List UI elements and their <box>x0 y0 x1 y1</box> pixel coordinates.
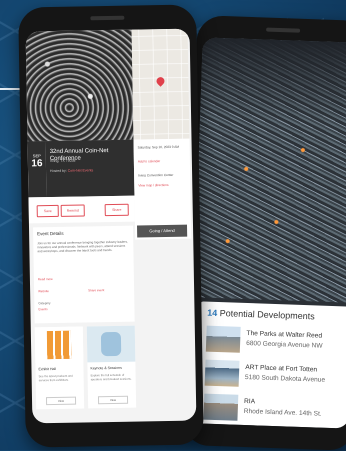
development-name: The Parks at Walter Reed <box>246 330 323 340</box>
related-card[interactable]: Keynote & Sessions Explore the full sche… <box>86 325 137 409</box>
card-view-button[interactable]: View <box>45 396 77 406</box>
development-item[interactable]: The Parks at Walter Reed 6800 Georgia Av… <box>205 325 346 362</box>
card-title: Keynote & Sessions <box>90 365 122 371</box>
developments-count: 14 <box>207 307 218 318</box>
development-thumbnail <box>205 325 241 353</box>
category-tag[interactable]: Events <box>38 307 47 311</box>
attend-button[interactable]: Going / Attend <box>136 224 188 238</box>
remind-button[interactable]: Remind <box>60 204 85 217</box>
development-address: 5180 South Dakota Avenue <box>244 374 326 384</box>
event-hero-photo <box>25 29 134 142</box>
event-location: Irving, TX 75038 <box>49 158 76 164</box>
phone-speaker <box>266 27 301 33</box>
read-more-link[interactable]: Read more <box>38 277 53 281</box>
card-text: See the latest products and services fro… <box>38 373 73 382</box>
developments-panel: 14 Potential Developments The Parks at W… <box>195 301 346 429</box>
card-view-button[interactable]: View <box>97 395 129 405</box>
save-button[interactable]: Save <box>36 204 59 218</box>
event-venue-text: Irving Convention Center <box>138 172 174 178</box>
map-pin-icon <box>86 325 136 363</box>
developments-header: 14 Potential Developments <box>207 308 315 322</box>
event-host-link[interactable]: Coin-Net Events <box>68 168 94 172</box>
event-date-text: Saturday, Sep 16, 2023 9 AM <box>137 144 180 150</box>
description-text: Join us for our annual conference bringi… <box>37 239 129 254</box>
website-link[interactable]: Website <box>38 289 49 293</box>
event-host-prefix: Hosted by: <box>49 168 67 174</box>
map-pin-icon <box>154 75 167 87</box>
phone-speaker <box>90 15 125 21</box>
related-cards: Exhibit Hall See the latest products and… <box>34 325 137 410</box>
related-card[interactable]: Exhibit Hall See the latest products and… <box>34 326 85 410</box>
card-text: Explore the full schedule of speakers an… <box>90 372 132 381</box>
card-title: Exhibit Hall <box>38 366 57 372</box>
development-name: ART Place at Fort Totten <box>245 364 318 374</box>
event-day: 16 <box>31 158 43 170</box>
event-title-bar: 32nd Annual Coin-Net Conference Irving, … <box>45 139 135 198</box>
development-item[interactable]: ART Place at Fort Totten 5180 South Dako… <box>204 359 346 396</box>
development-thumbnail <box>203 393 239 421</box>
city-3d-map[interactable] <box>193 37 346 303</box>
development-thumbnail <box>204 359 240 387</box>
add-calendar-link[interactable]: Add to calendar <box>138 159 186 163</box>
event-description-card: Event Details Join us for our annual con… <box>33 225 135 324</box>
phone-left: SEP 16 32nd Annual Coin-Net Conference I… <box>18 4 204 448</box>
category-label: Category <box>38 301 51 306</box>
event-action-row: Save Remind Share <box>28 195 135 224</box>
development-item[interactable]: RIA Rhode Island Ave. 14th St. <box>203 393 346 429</box>
event-location-map[interactable] <box>131 28 190 140</box>
development-name: RIA <box>243 397 256 406</box>
building-icon <box>34 326 84 364</box>
development-address: Rhode Island Ave. 14th St. <box>243 407 322 418</box>
phone-right: 14 Potential Developments The Parks at W… <box>182 15 346 451</box>
directions-link[interactable]: View map / directions <box>138 183 186 188</box>
share-button[interactable]: Share <box>104 203 129 217</box>
event-app-screen: SEP 16 32nd Annual Coin-Net Conference I… <box>25 28 197 424</box>
event-host: Hosted by: Coin-Net Events <box>50 168 93 173</box>
map-app-screen: 14 Potential Developments The Parks at W… <box>189 37 346 429</box>
event-date-box: SEP 16 <box>27 141 47 198</box>
developments-title: Potential Developments <box>219 308 315 322</box>
share-event-link[interactable]: Share event <box>88 288 104 292</box>
description-heading: Event Details <box>37 230 64 237</box>
development-address: 6800 Georgia Avenue NW <box>246 340 323 350</box>
